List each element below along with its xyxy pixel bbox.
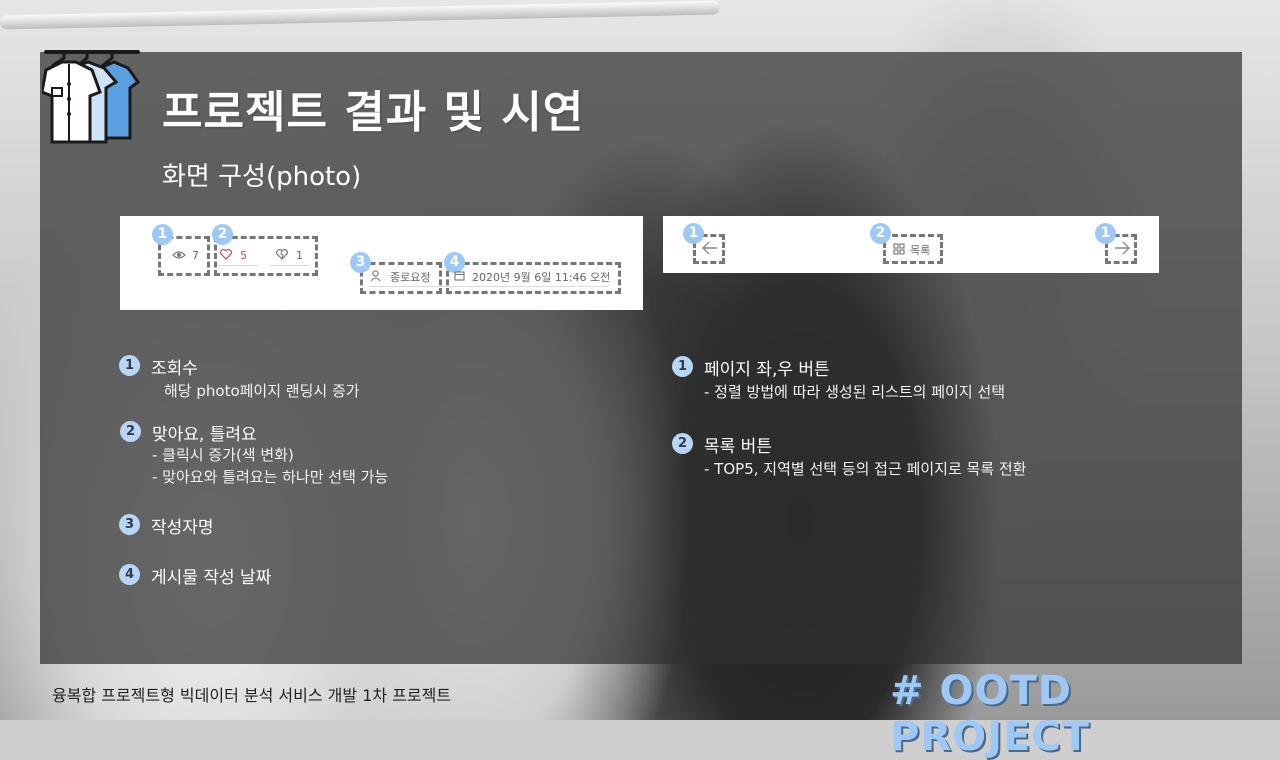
post-date: 2020년 9월 6일 11:46 오전 (472, 271, 611, 284)
arrow-left-icon[interactable] (701, 240, 719, 256)
item-heading: 작성자명 (151, 518, 214, 538)
list-button-label[interactable]: 목록 (910, 242, 930, 258)
arrow-right-icon[interactable] (1113, 240, 1131, 256)
views-count: 7 (192, 249, 199, 262)
footer-course-title: 융복합 프로젝트형 빅데이터 분석 서비스 개발 1차 프로젝트 (52, 686, 452, 705)
item-heading: 게시물 작성 날짜 (151, 568, 272, 588)
item-heading: 조회수 (151, 359, 198, 379)
likes-count: 5 (240, 249, 247, 262)
marker-1: 1 (152, 224, 173, 245)
item-detail: - TOP5, 지역별 선택 등의 접근 페이지로 목록 전환 (704, 460, 1027, 478)
item-number: 2 (120, 421, 141, 442)
dislikes-count: 1 (296, 249, 303, 262)
eye-icon (172, 251, 186, 259)
likes-underline (218, 265, 258, 266)
marker-2: 2 (212, 224, 233, 245)
calendar-icon (454, 271, 465, 281)
author-name[interactable]: 종로요정 (390, 269, 430, 285)
item-number: 1 (119, 355, 140, 376)
item-detail: 해당 photo페이지 랜딩시 증가 (164, 382, 360, 400)
item-number: 2 (672, 433, 693, 454)
brand-label: # OOTD PROJECT (890, 668, 1090, 760)
dislikes-underline (270, 265, 310, 266)
pagination-screenshot: 1 2 1 목록 (663, 216, 1159, 273)
item-heading: 페이지 좌,우 버튼 (704, 360, 830, 380)
item-heading: 맞아요, 틀려요 (152, 425, 257, 445)
user-icon (370, 270, 381, 282)
marker-3: 3 (350, 252, 371, 273)
item-number: 3 (119, 514, 140, 535)
marker-2: 2 (870, 223, 891, 244)
page-title: 프로젝트 결과 및 시연 (162, 87, 585, 138)
grid-icon (893, 243, 905, 255)
item-number: 1 (672, 356, 693, 377)
item-detail: - 클릭시 증가(색 변화) (152, 446, 294, 464)
post-info-screenshot: 1 2 3 4 7 5 1 종로요정 2020년 9월 6일 11:46 오전 (120, 216, 643, 310)
hanging-shirts-logo-icon (42, 50, 141, 144)
meta-underline (368, 286, 608, 287)
item-heading: 목록 버튼 (704, 437, 772, 457)
item-detail: - 맞아요와 틀려요는 하나만 선택 가능 (152, 468, 389, 486)
page-subtitle: 화면 구성(photo) (162, 162, 362, 192)
heart-icon[interactable] (220, 249, 232, 260)
item-detail: - 정렬 방법에 따라 생성된 리스트의 페이지 선택 (704, 383, 1005, 401)
broken-heart-icon[interactable] (276, 249, 288, 260)
item-number: 4 (119, 564, 140, 585)
